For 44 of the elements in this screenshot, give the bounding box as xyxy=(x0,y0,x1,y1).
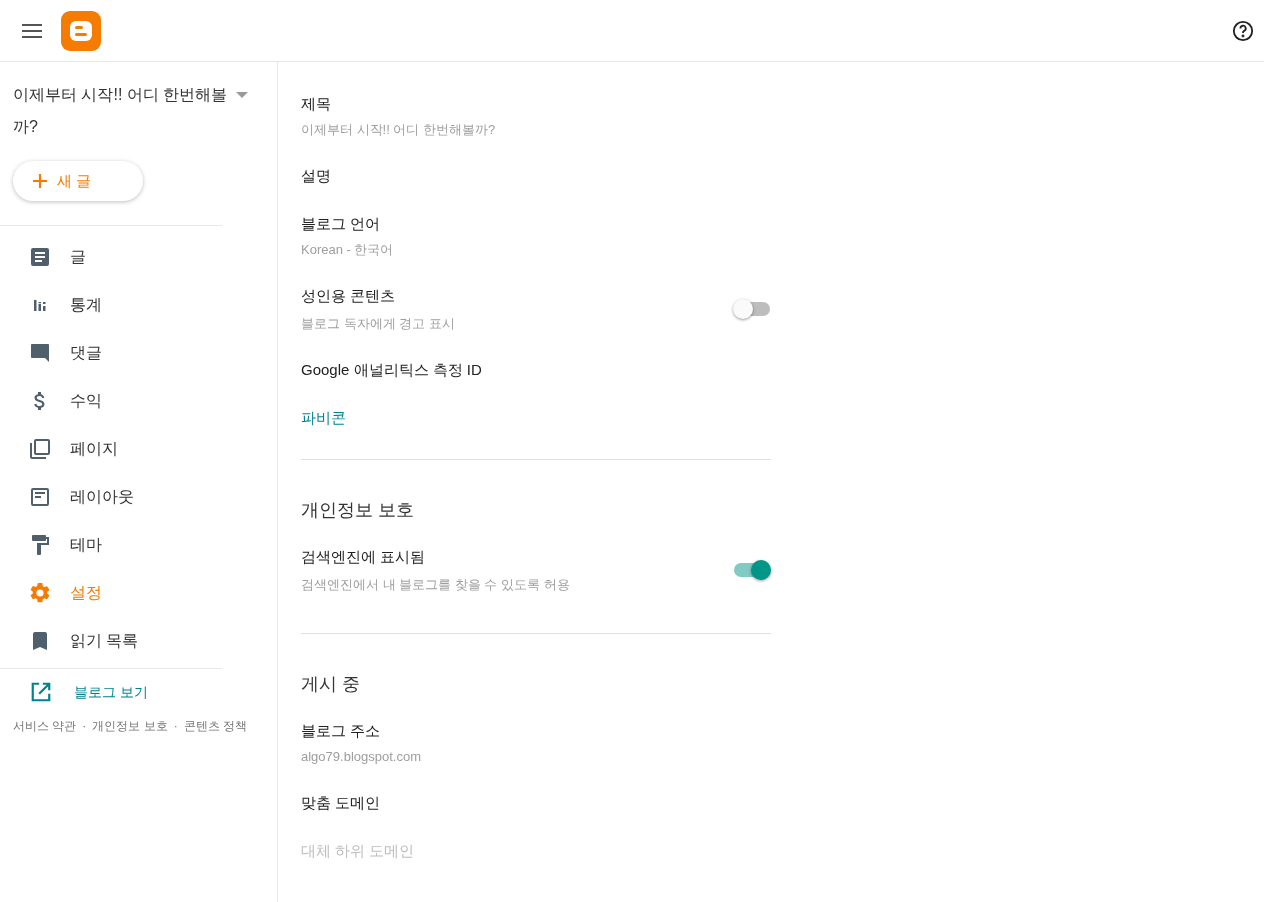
logo-icon[interactable] xyxy=(61,10,101,51)
setting-value: algo79.blogspot.com xyxy=(301,748,422,766)
footer-link[interactable]: 콘텐츠 정책 xyxy=(183,717,248,735)
nav-item[interactable]: 페이지 xyxy=(0,425,277,473)
nav-item[interactable]: 테마 xyxy=(0,521,277,569)
blog-title[interactable]: 이제부터 시작!! 어디 한번해볼까? xyxy=(13,79,228,143)
plus-icon xyxy=(33,174,47,188)
setting-value: Korean - 한국어 xyxy=(301,241,395,259)
setting-label[interactable]: 블로그 주소 xyxy=(301,719,771,743)
toggle-switch[interactable] xyxy=(733,299,771,319)
separator-dot: · xyxy=(173,718,178,735)
nav-item[interactable]: 수익 xyxy=(0,377,277,425)
pages-icon xyxy=(28,437,52,461)
setting-label: 검색엔진에 표시됨 xyxy=(301,547,427,567)
setting-value: 이제부터 시작!! 어디 한번해볼까? xyxy=(301,121,497,139)
toggle-switch[interactable] xyxy=(733,560,771,580)
settings-icon xyxy=(28,581,52,605)
help-icon[interactable] xyxy=(1232,19,1254,42)
footer-link[interactable]: 개인정보 보호 xyxy=(92,717,168,735)
separator-dot: · xyxy=(82,718,87,735)
nav-item[interactable]: 댓글 xyxy=(0,329,277,377)
view-blog-link[interactable]: 블로그 보기 xyxy=(0,669,277,715)
setting-description: 블로그 독자에게 경고 표시 xyxy=(301,315,455,333)
setting-label[interactable]: 맞춤 도메인 xyxy=(301,791,771,815)
menu-icon[interactable] xyxy=(22,23,42,38)
nav-item[interactable]: 글 xyxy=(0,233,277,281)
setting-label: 성인용 콘텐츠 xyxy=(301,286,397,306)
layout-icon xyxy=(28,485,52,509)
footer-link[interactable]: 서비스 약관 xyxy=(13,717,77,735)
document-icon xyxy=(28,245,52,269)
setting-label[interactable]: Google 애널리틱스 측정 ID xyxy=(301,358,771,382)
setting-label[interactable]: 설명 xyxy=(301,164,771,188)
setting-label[interactable]: 블로그 언어 xyxy=(301,212,771,236)
setting-label: 대체 하위 도메인 xyxy=(301,841,415,861)
nav-item[interactable]: 읽기 목록 xyxy=(0,617,277,665)
setting-label[interactable]: 제목 xyxy=(301,92,771,116)
nav-item[interactable]: 통계 xyxy=(0,281,277,329)
setting-description: 검색엔진에서 내 블로그를 찾을 수 있도록 허용 xyxy=(301,576,570,594)
section-heading: 개인정보 보호 xyxy=(301,499,415,522)
nav-item[interactable]: 레이아웃 xyxy=(0,473,277,521)
external-link-icon xyxy=(30,681,52,703)
favicon-link[interactable]: 파비콘 xyxy=(301,406,346,430)
section-heading: 게시 중 xyxy=(301,673,361,696)
caret-icon[interactable] xyxy=(236,92,248,98)
